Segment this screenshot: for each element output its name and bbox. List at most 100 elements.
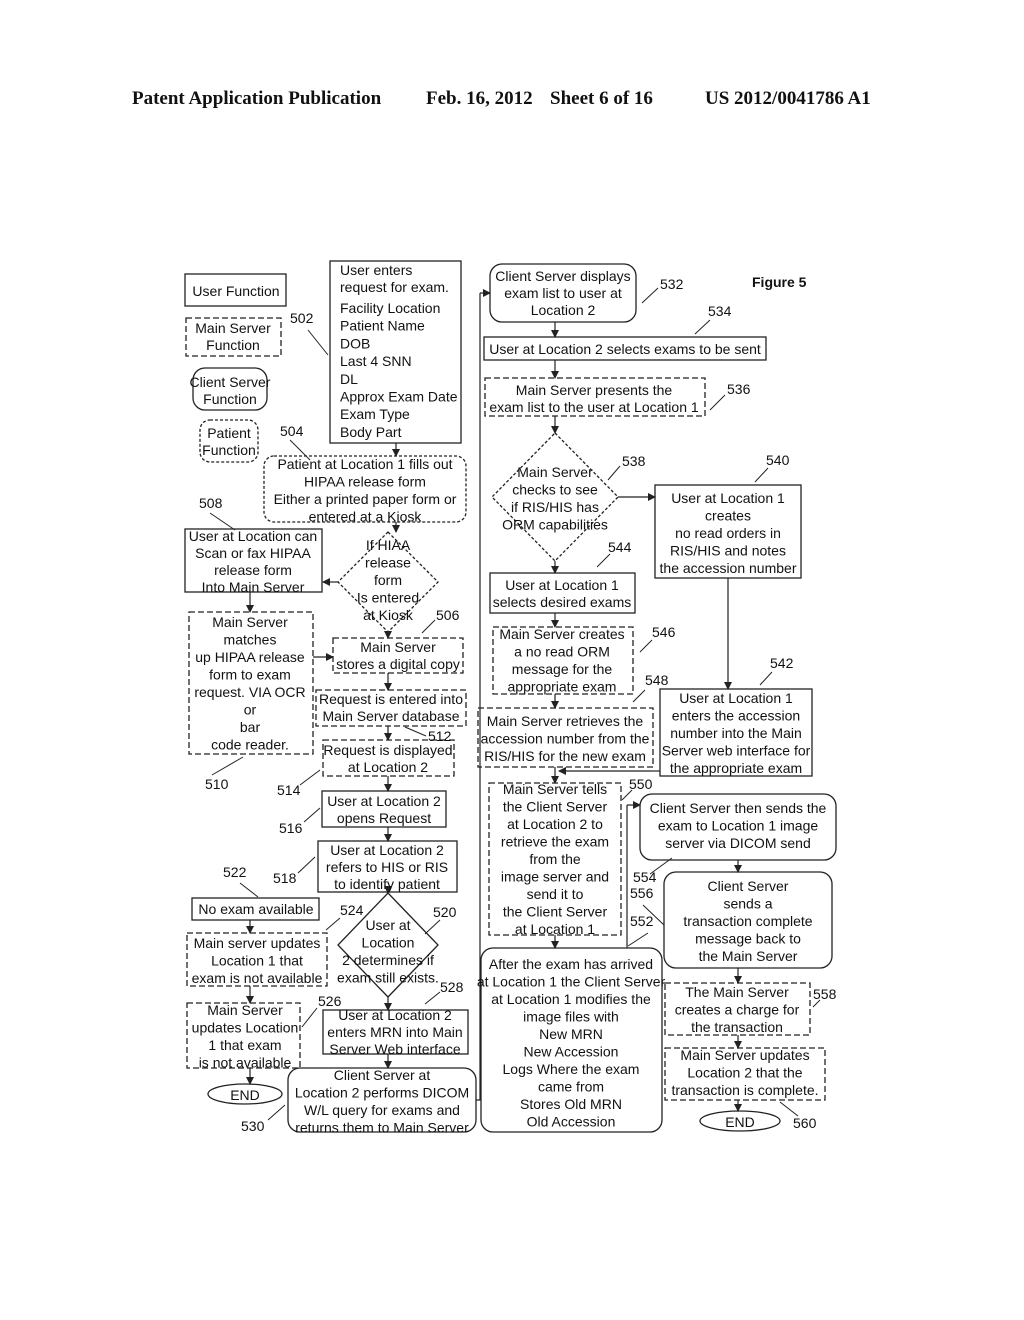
node-520-line: Location [362,935,415,951]
node-560-line: Location 2 that the [687,1065,802,1081]
node-512-line: Main Server database [323,708,460,724]
node-504-line: HIPAA release form [304,474,426,490]
node-550-line: send it to [527,886,584,902]
leader-line [297,856,316,874]
node-536-line: Main Server presents the [516,382,673,398]
reference-numeral: 556 [630,885,654,901]
legend-user-line: User Function [192,283,279,299]
node-542-line: the appropriate exam [670,760,802,776]
node-540-line: no read orders in [675,525,781,541]
reference-numeral: 552 [630,913,654,929]
node-552-line: New Accession [524,1044,619,1060]
reference-numeral: 536 [727,381,751,397]
node-524-line: exam is not available [192,970,323,986]
node-508-line: Into Main Server [202,579,305,595]
node-548-line: RIS/HIS for the new exam [484,748,646,764]
node-558-line: the transaction [691,1019,783,1035]
node-552-line: After the exam has arrived [489,956,653,972]
node-532-line: Client Server displays [495,268,630,284]
node-532-line: Location 2 [531,302,596,318]
node-520-line: exam still exists. [337,970,439,986]
node-530-line: Client Server at [334,1067,431,1083]
node-556-line: message back to [695,931,801,947]
decision-hipaa-line: Is entered [357,590,419,606]
node-552-line: Logs Where the exam [503,1061,640,1077]
reference-numeral: 550 [629,776,653,792]
reference-numeral: 538 [622,453,646,469]
node-508-line: User at Location can [189,528,317,544]
node-510-line: Main Server [212,614,288,630]
leader-line [421,619,436,634]
node-548-line: accession number from the [481,731,650,747]
node-520-line: User at [365,917,410,933]
node-522-line: No exam available [198,901,313,917]
node-528-line: User at Location 2 [338,1007,452,1023]
leader-line [607,465,621,481]
node-502-line: Last 4 SNN [340,353,412,369]
legend-patient-line: Function [202,442,256,458]
node-532-line: exam list to user at [504,285,622,301]
reference-numeral: 516 [279,820,303,836]
node-550-line: image server and [501,869,609,885]
node-506-line: stores a digital copy [336,656,460,672]
leader-line [211,756,244,776]
node-552-line: at Location 1 the Client Server [477,974,666,990]
reference-numeral: 524 [340,902,364,918]
reference-numeral: 532 [660,276,684,292]
node-526-line: 1 that exam [208,1037,281,1053]
node-502-line: Patient Name [340,318,425,334]
node-556-line: the Main Server [699,948,798,964]
node-558-line: creates a charge for [675,1002,800,1018]
node-546-line: Main Server creates [499,626,624,642]
leader-line [627,932,649,947]
leader-line [299,769,321,786]
reference-numeral: 508 [199,495,223,511]
node-526-line: updates Location [192,1020,299,1036]
node-518-line: to identify patient [334,876,440,892]
leader-line [325,917,341,931]
node-506-line: Main Server [360,639,436,655]
node-536-line: exam list to the user at Location 1 [489,399,699,415]
leader-line [641,287,659,304]
node-516-line: User at Location 2 [327,793,441,809]
reference-numeral: 514 [277,782,301,798]
node-544-line: selects desired exams [493,594,632,610]
reference-numeral: 510 [205,776,229,792]
node-524-line: Location 1 that [211,953,303,969]
leader-line [596,553,611,568]
node-502-line: Approx Exam Date [340,389,458,405]
node-552-line: Stores Old MRN [520,1096,622,1112]
reference-numeral: 548 [645,672,669,688]
reference-numeral: 544 [608,539,632,555]
node-516-line: opens Request [337,810,431,826]
node-504-line: Patient at Location 1 fills out [277,456,452,472]
leader-line [239,882,259,898]
leader-line [779,1101,799,1117]
end-right-line: END [725,1114,755,1130]
reference-numeral: 520 [433,904,457,920]
reference-numeral: 502 [290,310,314,326]
node-544-line: User at Location 1 [505,577,619,593]
leader-line [424,991,441,1005]
node-510-line: code reader. [211,737,289,753]
node-510-line: request. VIA OCR [194,684,305,700]
reference-numeral: 522 [223,864,247,880]
node-538-line: if RIS/HIS has [511,499,599,515]
leader-line [307,329,329,356]
node-552-line: at Location 1 modifies the [491,991,651,1007]
leader-line [639,639,653,653]
node-528-line: enters MRN into Main [327,1024,462,1040]
node-550-line: at Location 1 [515,921,595,937]
node-502-line: DOB [340,335,370,351]
reference-numeral: 530 [241,1118,265,1134]
node-546-line: appropriate exam [508,679,617,695]
decision-hipaa-line: If HIAA [366,537,411,553]
node-540-line: the accession number [660,560,797,576]
legend-client-server-line: Client Server [190,374,271,390]
node-512-line: Request is entered into [319,691,463,707]
node-530-line: returns them to Main Server [295,1120,469,1136]
node-540-line: creates [705,508,751,524]
reference-numeral: 518 [273,870,297,886]
figure-label: Figure 5 [752,274,807,290]
node-530-line: Location 2 performs DICOM [295,1085,469,1101]
